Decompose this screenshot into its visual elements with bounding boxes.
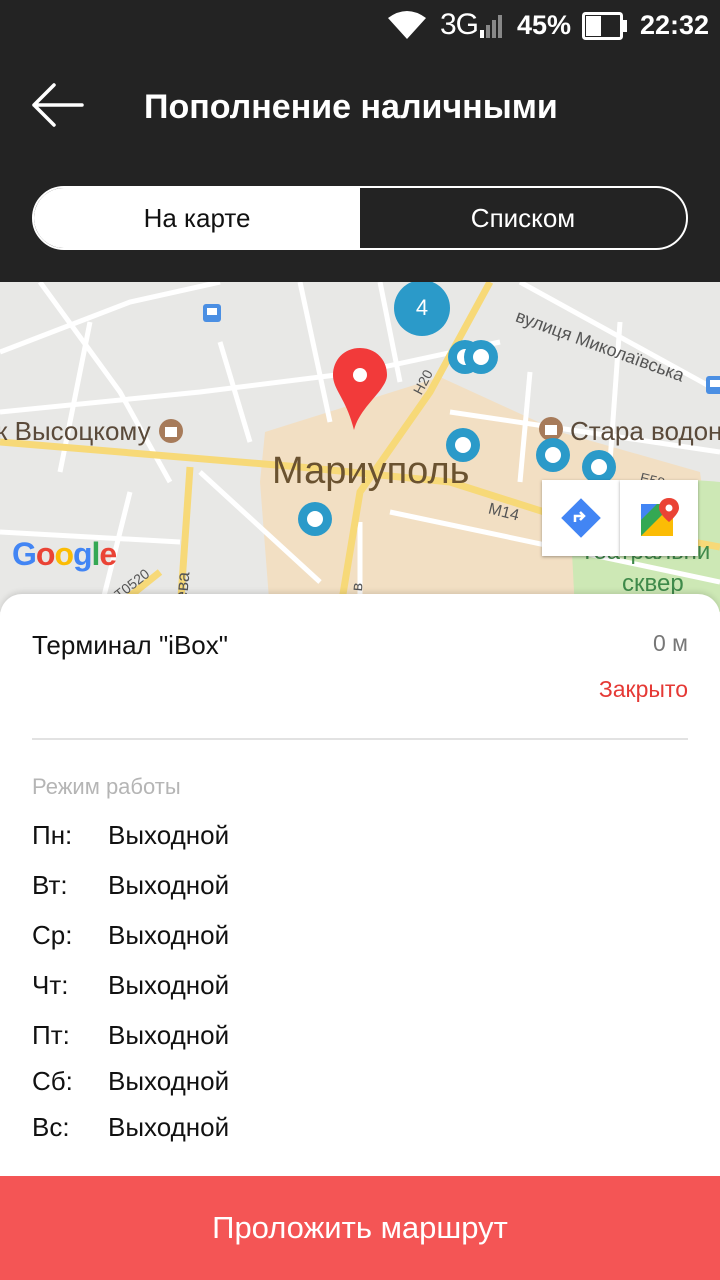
cluster-marker[interactable]: 4	[394, 282, 450, 336]
google-maps-icon	[641, 498, 679, 536]
battery-icon	[582, 12, 627, 40]
hours-value-sat: Выходной	[108, 1066, 230, 1096]
terminal-marker[interactable]	[296, 500, 334, 538]
tab-map[interactable]: На карте	[34, 188, 360, 248]
hours-day-tue: Вт:	[32, 870, 68, 900]
map-view[interactable]: к Высоцкому Стара водона Мариуполь вулиц…	[0, 282, 720, 612]
wifi-icon	[388, 11, 426, 39]
hours-value-fri: Выходной	[108, 1020, 230, 1050]
hours-day-fri: Пт:	[32, 1020, 70, 1050]
hours-day-thu: Чт:	[32, 970, 69, 1000]
hours-day-sun: Вс:	[32, 1112, 70, 1142]
museum-icon	[159, 419, 183, 443]
terminal-distance: 0 м	[653, 630, 688, 656]
map-city-label: Мариуполь	[272, 450, 470, 492]
signal-icon	[480, 15, 502, 38]
terminal-marker[interactable]	[534, 436, 572, 474]
hours-day-mon: Пн:	[32, 820, 73, 850]
terminal-name: Терминал "iBox"	[32, 630, 228, 660]
cluster-count: 4	[415, 295, 429, 320]
open-google-maps-button[interactable]	[620, 480, 698, 556]
bus-stop-icon	[203, 304, 221, 322]
directions-button[interactable]	[542, 480, 620, 556]
directions-icon	[561, 498, 601, 538]
terminal-status: Закрыто	[598, 676, 688, 702]
app-header: 3G 45% 22:32 Пополнение наличными На кар…	[0, 0, 720, 282]
location-pin-icon[interactable]	[330, 346, 390, 432]
clock: 22:32	[640, 10, 710, 40]
map-label-v: в	[348, 581, 367, 592]
hours-value-wed: Выходной	[108, 920, 230, 950]
map-label-stara: Стара водона	[570, 416, 720, 446]
hours-value-mon: Выходной	[108, 820, 230, 850]
back-arrow-icon[interactable]	[30, 82, 86, 128]
map-label-vysotsky: к Высоцкому	[0, 416, 151, 446]
hours-value-tue: Выходной	[108, 870, 230, 900]
google-logo: Google	[12, 536, 117, 572]
hours-value-sun: Выходной	[108, 1112, 230, 1142]
build-route-button[interactable]: Проложить маршрут	[0, 1176, 720, 1280]
divider	[32, 738, 688, 740]
terminal-marker[interactable]	[462, 338, 500, 376]
page-title: Пополнение наличными	[144, 88, 558, 126]
hours-day-wed: Ср:	[32, 920, 73, 950]
view-toggle: На карте Списком	[32, 186, 688, 250]
network-type: 3G	[440, 8, 479, 41]
hours-value-thu: Выходной	[108, 970, 230, 1000]
tab-list[interactable]: Списком	[360, 188, 686, 248]
status-bar: 3G 45% 22:32	[0, 0, 720, 52]
hours-title: Режим работы	[32, 774, 181, 799]
bus-stop-icon	[706, 376, 720, 394]
terminal-details-sheet: Терминал "iBox" 0 м Закрыто Режим работы…	[0, 594, 720, 1184]
battery-percent: 45%	[517, 10, 572, 40]
hours-day-sat: Сб:	[32, 1066, 73, 1096]
terminal-marker[interactable]	[444, 426, 482, 464]
